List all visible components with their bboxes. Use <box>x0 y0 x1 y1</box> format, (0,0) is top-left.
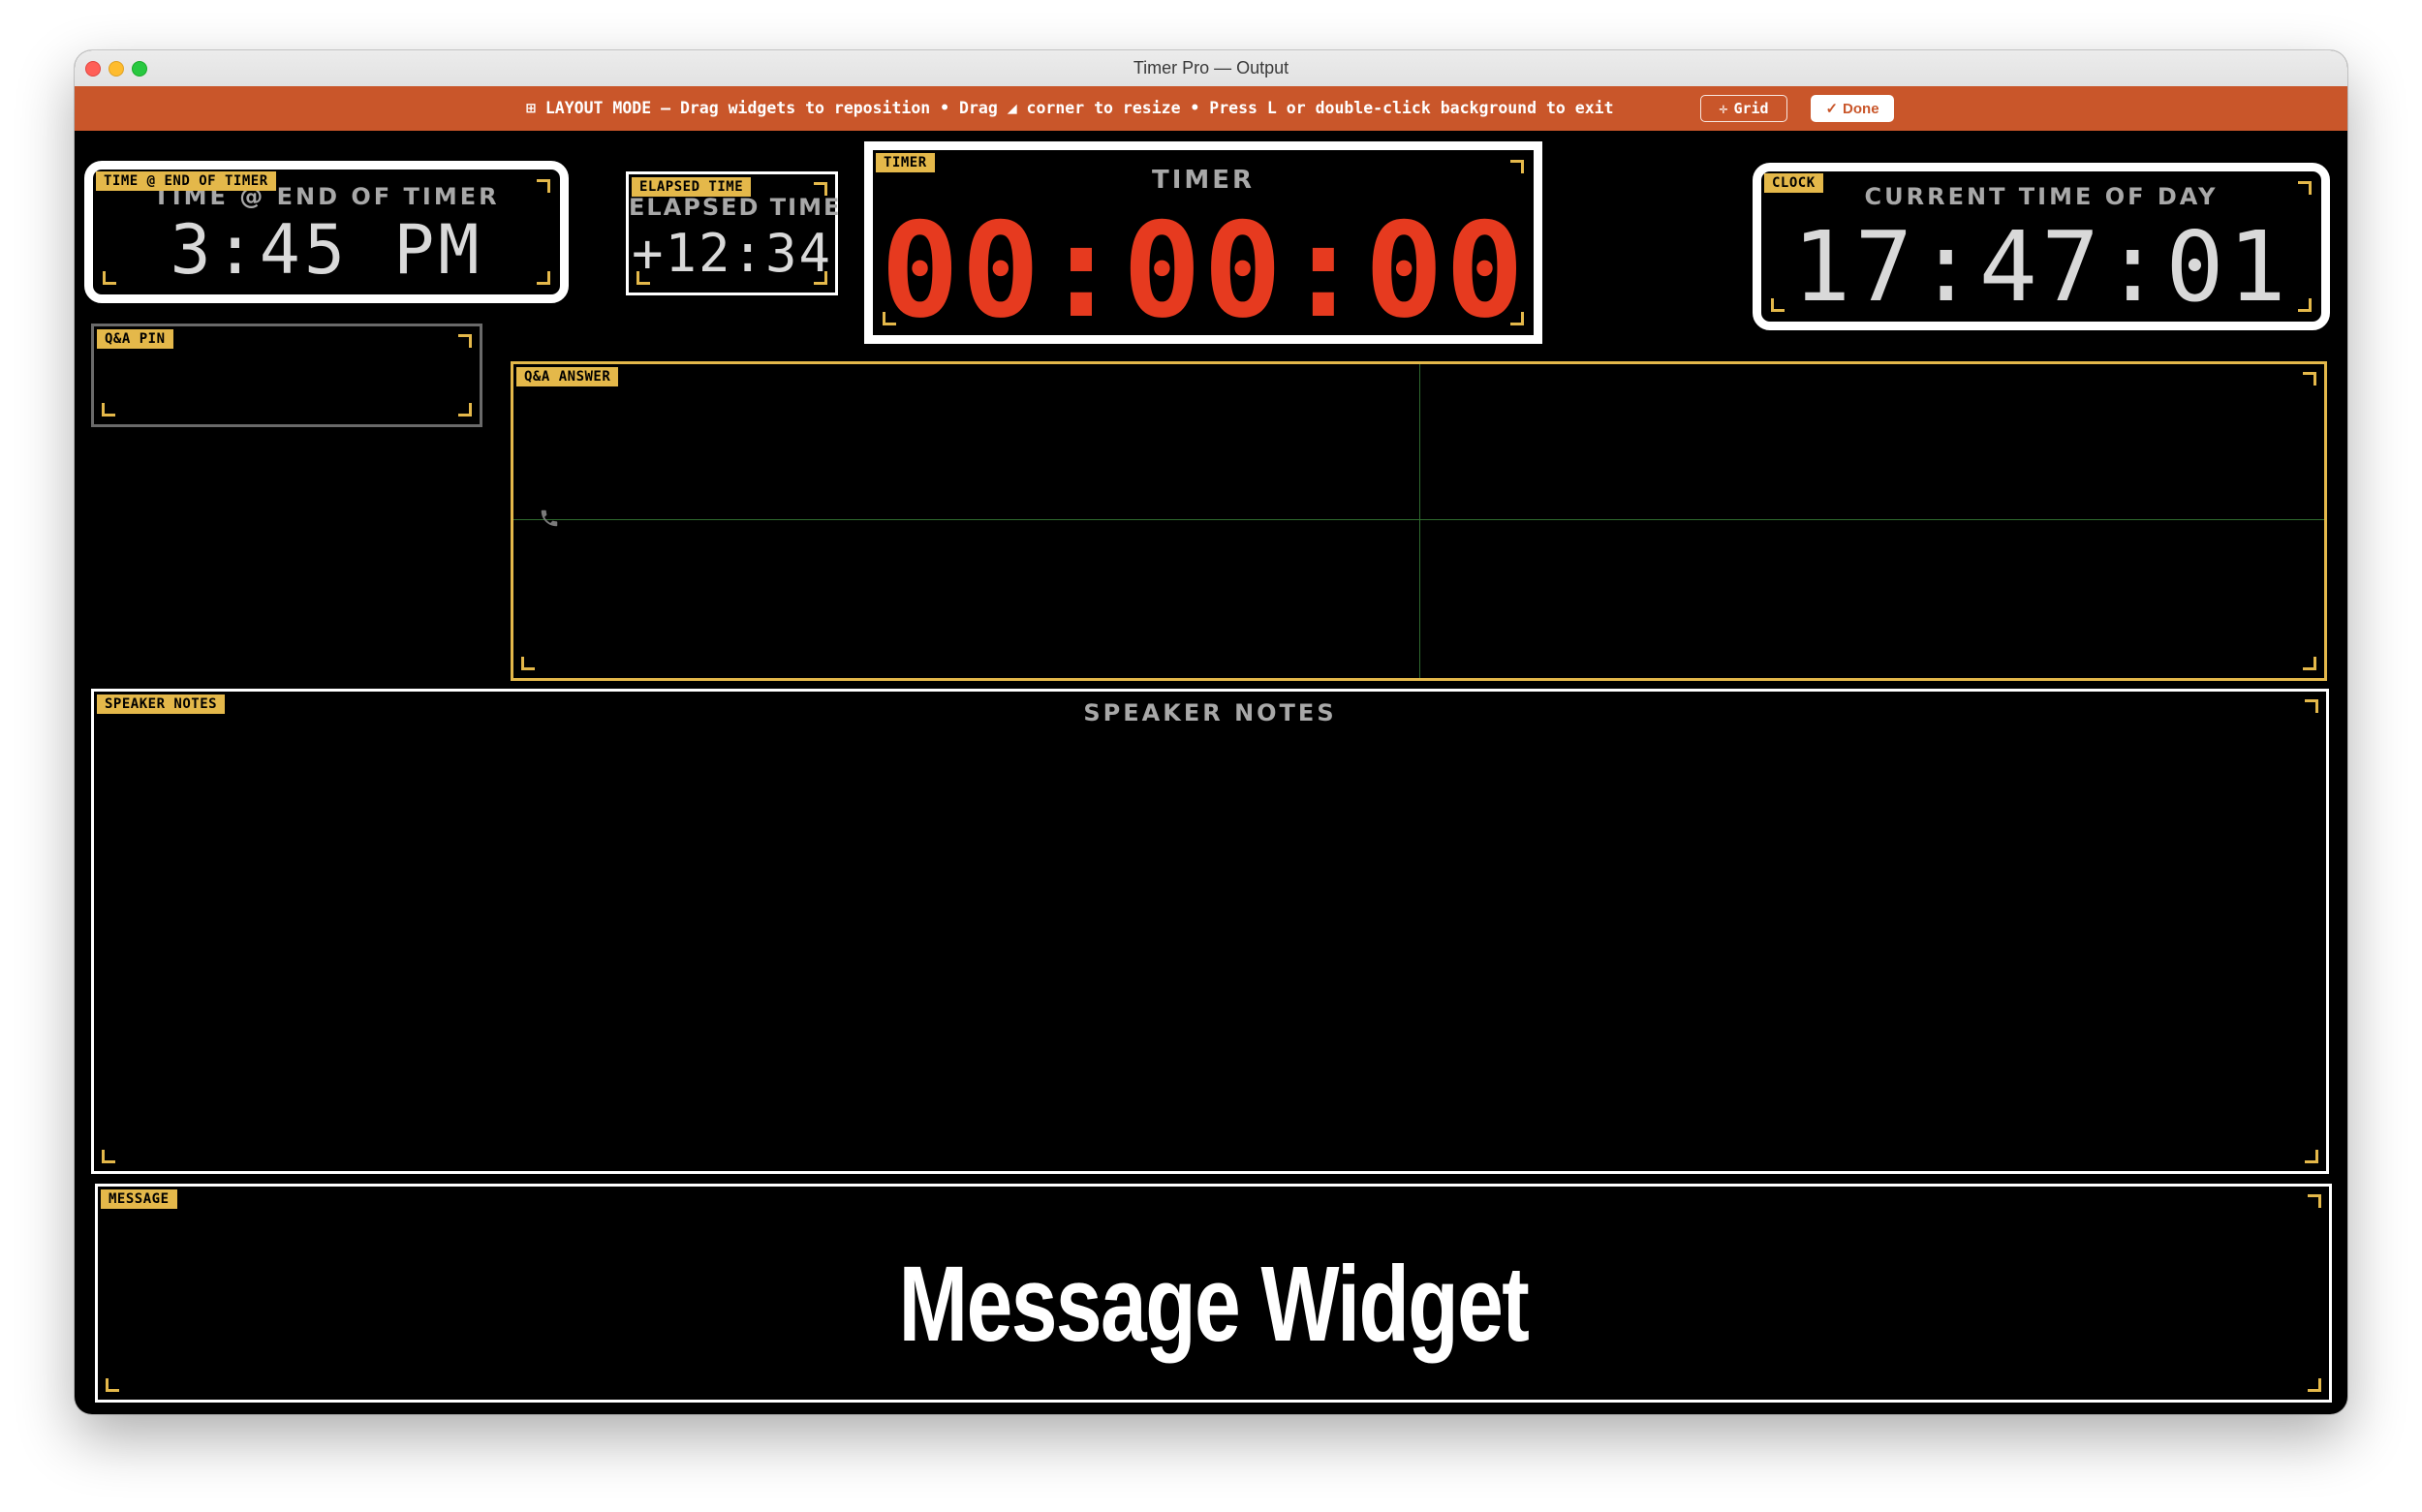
clock-widget[interactable]: CLOCK CURRENT TIME OF DAY 17:47:01 <box>1753 163 2330 330</box>
resize-handle[interactable] <box>537 271 550 285</box>
message-widget[interactable]: MESSAGE Message Widget <box>95 1184 2332 1403</box>
resize-handle[interactable] <box>458 403 472 417</box>
resize-corner-bottom-left <box>637 271 650 285</box>
clock-value: 17:47:01 <box>1792 210 2290 324</box>
title-bar[interactable]: Timer Pro — Output <box>75 50 2347 87</box>
resize-corner-bottom-left <box>883 312 896 325</box>
layout-mode-instructions: ⊞ LAYOUT MODE — Drag widgets to repositi… <box>526 99 1614 117</box>
speaker-notes-widget[interactable]: SPEAKER NOTES SPEAKER NOTES <box>91 689 2329 1174</box>
timer-value: 00:00:00 <box>880 195 1527 347</box>
checkmark-icon: ✓ <box>1825 101 1839 117</box>
resize-handle[interactable] <box>2308 1378 2321 1392</box>
elapsed-time-title: ELAPSED TIME <box>629 194 842 221</box>
done-button[interactable]: ✓ Done <box>1811 95 1894 122</box>
elapsed-time-widget[interactable]: ELAPSED TIME ELAPSED TIME +12:34 <box>626 171 842 295</box>
resize-corner-top-right <box>814 182 827 196</box>
qa-answer-widget[interactable]: Q&A ANSWER <box>511 361 2327 681</box>
app-window: Timer Pro — Output ⊞ LAYOUT MODE — Drag … <box>75 50 2347 1414</box>
resize-corner-top-right <box>2308 1194 2321 1208</box>
timer-widget[interactable]: TIMER TIMER 00:00:00 <box>864 141 1542 347</box>
elapsed-time-value: +12:34 <box>631 223 833 284</box>
grid-button-label: Grid <box>1733 100 1769 117</box>
resize-corner-bottom-left <box>106 1378 119 1392</box>
resize-corner-top-right <box>2305 699 2318 713</box>
resize-handle[interactable] <box>2303 657 2316 670</box>
clock-title: CURRENT TIME OF DAY <box>1864 183 2219 210</box>
resize-corner-top-right <box>1510 160 1524 173</box>
elapsed-time-widget-tag: ELAPSED TIME <box>632 177 752 197</box>
end-time-value: 3:45 PM <box>170 210 483 290</box>
layout-mode-bar: ⊞ LAYOUT MODE — Drag widgets to repositi… <box>75 86 2347 131</box>
timer-title: TIMER <box>1151 166 1256 195</box>
resize-corner-bottom-left <box>521 657 535 670</box>
resize-corner-top-right <box>537 179 550 193</box>
message-text: Message Widget <box>898 1245 1530 1364</box>
phone-icon <box>541 509 558 527</box>
resize-handle[interactable] <box>2298 298 2312 312</box>
resize-handle[interactable] <box>814 271 827 285</box>
resize-handle[interactable] <box>1510 312 1524 325</box>
grid-icon: ✛ <box>1719 100 1728 117</box>
resize-corner-bottom-left <box>103 271 116 285</box>
qa-pin-widget[interactable]: Q&A PIN <box>91 324 482 427</box>
message-widget-tag: MESSAGE <box>101 1189 177 1209</box>
window-title: Timer Pro — Output <box>1133 58 1289 77</box>
qa-answer-widget-tag: Q&A ANSWER <box>516 367 619 386</box>
resize-corner-bottom-left <box>102 403 115 417</box>
resize-corner-top-right <box>458 334 472 348</box>
alignment-guide-vertical <box>1419 364 1420 678</box>
qa-pin-widget-tag: Q&A PIN <box>97 329 173 349</box>
done-button-label: Done <box>1843 100 1879 117</box>
resize-corner-bottom-left <box>1771 298 1785 312</box>
resize-corner-top-right <box>2298 181 2312 195</box>
resize-handle[interactable] <box>2305 1150 2318 1163</box>
end-time-widget[interactable]: TIME @ END OF TIMER TIME @ END OF TIMER … <box>84 161 569 303</box>
resize-corner-bottom-left <box>102 1150 115 1163</box>
end-time-widget-tag: TIME @ END OF TIMER <box>96 171 276 191</box>
grid-toggle-button[interactable]: ✛ Grid <box>1700 95 1787 122</box>
speaker-notes-title: SPEAKER NOTES <box>1083 699 1337 726</box>
resize-corner-top-right <box>2303 372 2316 386</box>
